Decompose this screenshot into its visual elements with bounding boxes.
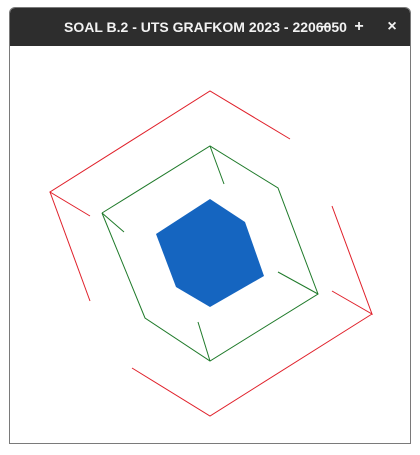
graphics-svg xyxy=(49,90,373,417)
red-segment-right-top xyxy=(331,205,373,316)
center-blue-hexagon xyxy=(156,199,264,307)
red-segment-top xyxy=(49,90,291,217)
red-segment-bottom xyxy=(131,313,373,417)
app-window: SOAL B.2 - UTS GRAFKOM 2023 - 2206050 – … xyxy=(9,7,411,444)
drawing-canvas xyxy=(10,46,410,443)
red-segment-left xyxy=(49,191,91,302)
green-tick-left xyxy=(101,212,125,233)
minimize-button[interactable]: – xyxy=(314,16,336,38)
green-tick-right xyxy=(277,271,319,295)
close-button[interactable]: × xyxy=(381,16,403,38)
maximize-button[interactable]: + xyxy=(348,16,370,38)
green-tick-top xyxy=(209,145,225,185)
window-title: SOAL B.2 - UTS GRAFKOM 2023 - 2206050 xyxy=(64,19,347,35)
green-tick-bottom xyxy=(197,321,211,362)
title-bar[interactable]: SOAL B.2 - UTS GRAFKOM 2023 - 2206050 – … xyxy=(10,8,410,46)
